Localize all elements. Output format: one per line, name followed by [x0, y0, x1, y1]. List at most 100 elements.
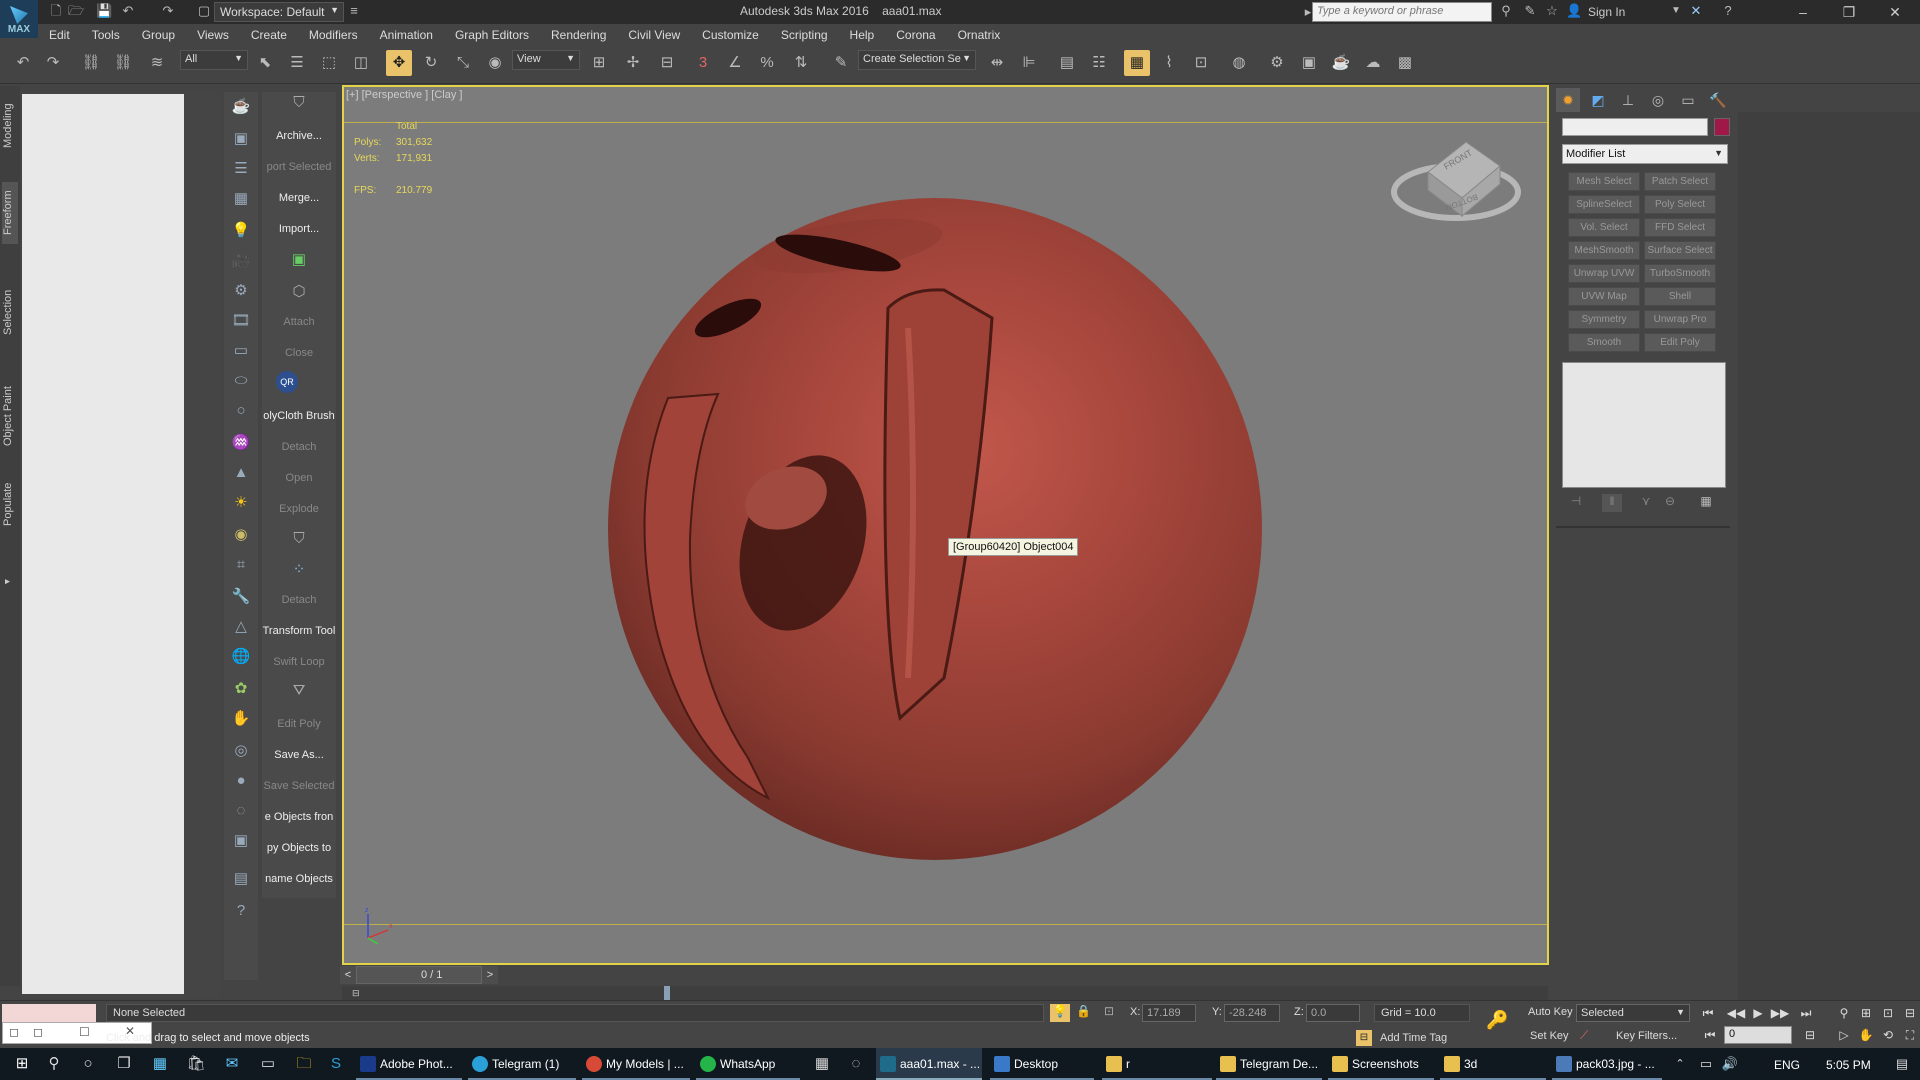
taskbar-item[interactable]: Telegram (1) — [468, 1048, 576, 1080]
menu-civil-view[interactable]: Civil View — [617, 24, 691, 42]
menu-modifiers[interactable]: Modifiers — [298, 24, 369, 42]
grass-icon[interactable]: ✿ — [229, 676, 253, 700]
qr-badge-icon[interactable]: QR — [276, 371, 298, 393]
patch-select-button[interactable]: Patch Select — [1644, 172, 1716, 191]
rectangular-selection-icon[interactable]: ⬚ — [316, 50, 342, 76]
rendered-frame-window-icon[interactable]: ▣ — [1296, 50, 1322, 76]
box-icon[interactable]: ▣ — [229, 828, 253, 852]
app-menu-button[interactable]: MAX — [0, 0, 38, 38]
panel-icon[interactable]: ▤ — [229, 866, 253, 890]
script-label[interactable]: Explode — [262, 503, 336, 515]
selection-filter-dropdown[interactable]: All ▼ — [180, 50, 248, 70]
file-explorer-icon[interactable]: 🗀 — [290, 1048, 318, 1080]
sphere-icon[interactable]: ◉ — [229, 522, 253, 546]
store-icon[interactable]: 🛍 — [182, 1048, 210, 1080]
render-activeshade-icon[interactable]: ▩ — [1392, 50, 1418, 76]
menu-edit[interactable]: Edit — [38, 24, 81, 42]
smooth-button[interactable]: Smooth — [1568, 333, 1640, 352]
zoom-all-icon[interactable]: ⊞ — [1856, 1004, 1876, 1022]
light-icon[interactable]: 💡 — [229, 218, 253, 242]
mirror-icon[interactable]: ⇹ — [984, 50, 1010, 76]
show-end-result-icon[interactable]: ‖ — [1602, 494, 1622, 512]
remove-modifier-icon[interactable]: ⊖ — [1660, 494, 1680, 512]
customize-toolbar-icon[interactable]: ≡ — [346, 3, 362, 19]
camera-icon[interactable]: 🎥 — [229, 248, 253, 272]
windows-start-icon[interactable]: ⊞ — [8, 1048, 36, 1080]
pivot-center-icon[interactable]: ⊞ — [586, 50, 612, 76]
select-and-move-icon[interactable]: ✥ — [386, 50, 412, 76]
menu-views[interactable]: Views — [186, 24, 240, 42]
y-coord-field[interactable]: -28.248 — [1224, 1004, 1280, 1022]
globe-icon[interactable]: 🌐 — [229, 644, 253, 668]
workspace-dropdown[interactable]: Workspace: Default ▼ — [214, 2, 344, 22]
save-icon[interactable]: 💾 — [96, 3, 112, 19]
render-icon[interactable]: ▣ — [229, 126, 253, 150]
next-frame-icon[interactable]: ▶▶ — [1770, 1004, 1790, 1022]
spline-select-button[interactable]: SplineSelect — [1568, 195, 1640, 214]
taskbar-item[interactable]: Adobe Phot... — [356, 1048, 462, 1080]
menu-group[interactable]: Group — [131, 24, 186, 42]
sign-in-link[interactable]: Sign In — [1588, 5, 1625, 19]
script-label[interactable]: Detach — [262, 594, 336, 606]
pin-stack-icon[interactable]: ⊣ — [1566, 494, 1586, 512]
user-icon[interactable]: 👤 — [1566, 3, 1582, 19]
script-label[interactable]: Edit Poly — [262, 718, 336, 730]
open-file-icon[interactable]: 🗁 — [68, 3, 84, 19]
taskbar-item[interactable]: Screenshots — [1328, 1048, 1434, 1080]
render-setup-icon[interactable]: ⚙ — [1264, 50, 1290, 76]
action-center-icon[interactable]: ▤ — [1888, 1048, 1916, 1080]
go-to-end-icon[interactable]: ⏭ — [1796, 1004, 1816, 1022]
square-icon[interactable]: ☐ — [79, 1025, 90, 1039]
window-crossing-icon[interactable]: ◫ — [348, 50, 374, 76]
script-label[interactable]: Close — [262, 347, 336, 359]
angle-snap-icon[interactable]: ∠ — [722, 50, 748, 76]
x-coord-field[interactable]: 17.189 — [1142, 1004, 1196, 1022]
mail-icon[interactable]: ✉ — [218, 1048, 246, 1080]
maximize-viewport-icon[interactable]: ⛶ — [1900, 1026, 1920, 1044]
selection-lock-icon[interactable]: 🔒 — [1076, 1004, 1092, 1022]
create-tab-icon[interactable]: ✹ — [1556, 88, 1580, 112]
isolate-selection-icon[interactable]: 💡 — [1050, 1004, 1070, 1022]
script-label[interactable]: Save Selected — [262, 780, 336, 792]
curve-editor-icon[interactable]: ⌇ — [1156, 50, 1182, 76]
configure-modifier-sets-icon[interactable]: ▦ — [1696, 494, 1716, 512]
search-input[interactable]: Type a keyword or phrase — [1312, 2, 1492, 22]
modifier-stack[interactable] — [1562, 362, 1726, 488]
edit-named-selection-icon[interactable]: ✎ — [828, 50, 854, 76]
surface-select-button[interactable]: Surface Select — [1644, 241, 1716, 260]
scene-explorer-icon[interactable]: ☷ — [1086, 50, 1112, 76]
menu-animation[interactable]: Animation — [369, 24, 444, 42]
new-file-icon[interactable]: 🗋 — [48, 3, 64, 19]
green-screen-icon[interactable]: ▣ — [262, 250, 336, 268]
menu-tools[interactable]: Tools — [81, 24, 131, 42]
utilities-tab-icon[interactable]: 🔨 — [1706, 88, 1730, 112]
tab-selection[interactable]: Selection — [2, 282, 18, 342]
time-configuration-icon[interactable]: ⊟ — [1800, 1026, 1820, 1044]
default-in-out-tangents-icon[interactable]: ⟋ — [1580, 1028, 1594, 1044]
key-filters-button[interactable]: Key Filters... — [1616, 1030, 1677, 1042]
script-label[interactable]: Swift Loop — [262, 656, 336, 668]
script-label[interactable]: Transform Tool — [262, 625, 336, 637]
clock[interactable]: 5:05 PM — [1826, 1058, 1871, 1072]
modify-tab-icon[interactable]: ◩ — [1586, 88, 1610, 112]
redo-icon[interactable]: ↷ — [40, 50, 66, 76]
select-by-name-icon[interactable]: ☰ — [284, 50, 310, 76]
script-label[interactable]: e Objects fron — [262, 811, 336, 823]
pyramid-icon[interactable]: △ — [229, 614, 253, 638]
auto-key-button[interactable]: Auto Key — [1528, 1006, 1573, 1018]
coin-icon[interactable]: ◎ — [229, 738, 253, 762]
menu-create[interactable]: Create — [240, 24, 298, 42]
display-tab-icon[interactable]: ▭ — [1676, 88, 1700, 112]
orbit-icon[interactable]: ⟲ — [1878, 1026, 1898, 1044]
viewcube[interactable]: FRONT BOTTOM — [1388, 130, 1524, 234]
z-coord-field[interactable]: 0.0 — [1306, 1004, 1360, 1022]
add-time-tag[interactable]: Add Time Tag — [1380, 1032, 1447, 1044]
redo-icon[interactable]: ↷ — [160, 3, 176, 19]
graphite-ribbon-icon[interactable]: ▦ — [1124, 50, 1150, 76]
undo-icon[interactable]: ↶ — [10, 50, 36, 76]
motion-tab-icon[interactable]: ◎ — [1646, 88, 1670, 112]
modifier-list-dropdown[interactable]: Modifier List ▼ — [1562, 144, 1728, 164]
taskbar-item[interactable]: My Models | ... — [582, 1048, 690, 1080]
menu-ornatrix[interactable]: Ornatrix — [947, 24, 1012, 42]
help-icon[interactable]: ? — [229, 898, 253, 922]
